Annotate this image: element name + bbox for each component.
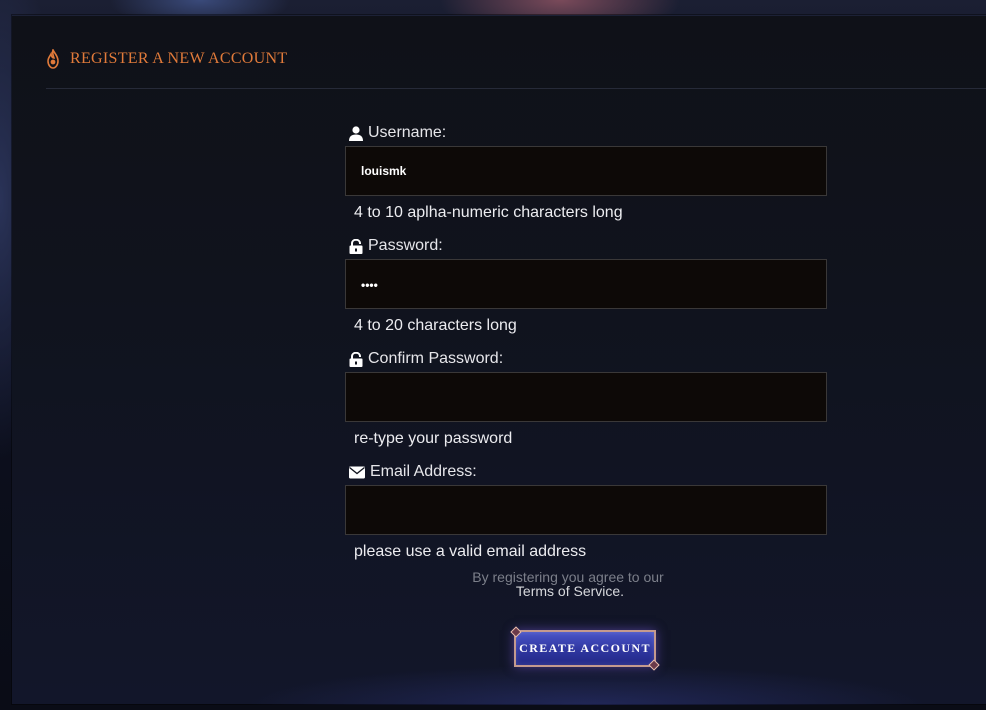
- email-hint: please use a valid email address: [354, 543, 587, 560]
- panel-header: REGISTER A NEW ACCOUNT: [46, 46, 287, 72]
- confirm-password-field-group: Confirm Password: re-type your password: [345, 344, 827, 457]
- password-label: Password:: [349, 236, 443, 256]
- user-icon: [349, 125, 363, 141]
- panel-glow: [12, 660, 986, 705]
- create-account-button[interactable]: CREATE ACCOUNT: [514, 630, 656, 667]
- confirm-password-label: Confirm Password:: [349, 349, 503, 369]
- password-field-group: Password: •••• 4 to 20 characters long: [345, 231, 827, 344]
- username-input[interactable]: [345, 146, 827, 196]
- terms-of-service-link[interactable]: Terms of Service.: [313, 584, 827, 598]
- email-input[interactable]: [345, 485, 827, 535]
- username-label: Username:: [349, 123, 446, 143]
- envelope-icon: [349, 466, 365, 478]
- email-field-group: Email Address: please use a valid email …: [345, 457, 827, 570]
- email-label: Email Address:: [349, 462, 477, 482]
- flame-icon: [47, 49, 59, 69]
- password-hint: 4 to 20 characters long: [354, 317, 517, 334]
- username-hint: 4 to 10 aplha-numeric characters long: [354, 204, 623, 221]
- terms-notice: By registering you agree to our Terms of…: [345, 570, 827, 598]
- lock-open-icon: [349, 351, 363, 367]
- page-title: REGISTER A NEW ACCOUNT: [70, 50, 288, 67]
- register-form: Username: 4 to 10 aplha-numeric characte…: [345, 118, 827, 570]
- terms-text: By registering you agree to our: [472, 569, 664, 585]
- password-input[interactable]: ••••: [345, 259, 827, 309]
- header-divider: [46, 88, 986, 89]
- confirm-password-hint: re-type your password: [354, 430, 513, 447]
- lock-open-icon: [349, 238, 363, 254]
- confirm-password-input[interactable]: [345, 372, 827, 422]
- username-field-group: Username: 4 to 10 aplha-numeric characte…: [345, 118, 827, 231]
